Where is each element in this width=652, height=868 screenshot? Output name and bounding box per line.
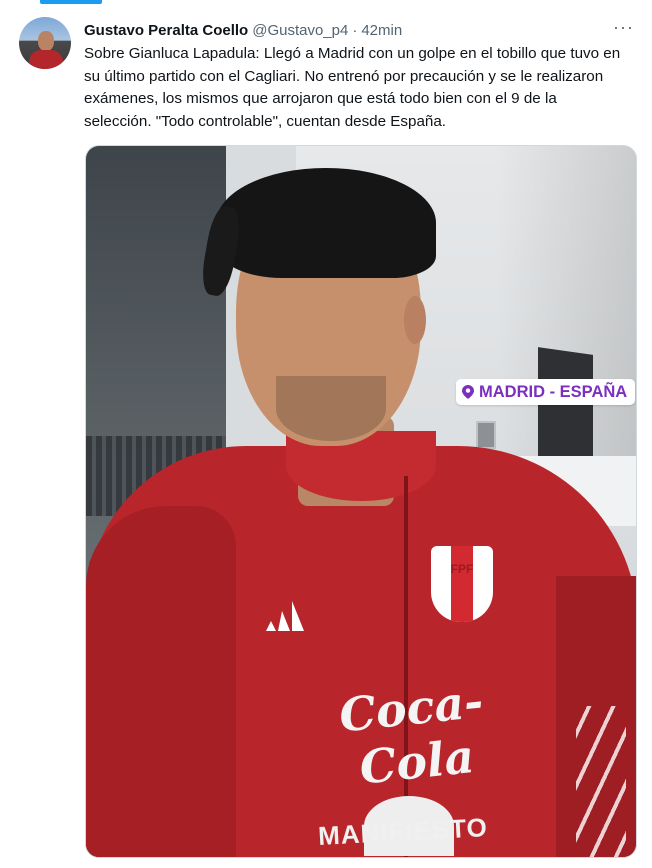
adidas-logo-icon [266,601,304,631]
tweet-header: Gustavo Peralta Coello @Gustavo_p4 · 42m… [84,19,632,41]
location-sticker: MADRID - ESPAÑA [456,379,636,405]
avatar-shirt [29,50,63,69]
fpf-crest: FPF [431,546,493,622]
wall-screen [538,347,593,465]
location-label: MADRID - ESPAÑA [479,382,628,401]
jersey-sleeve-left [86,506,236,857]
tab-indicator [40,0,102,4]
timestamp[interactable]: 42min [361,22,402,39]
sleeve-stripes [576,706,626,857]
avatar-face [38,31,54,51]
avatar[interactable] [19,17,71,69]
more-options-icon[interactable]: ··· [613,17,634,38]
crest-text: FPF [450,562,474,576]
beard [276,376,386,441]
separator-dot: · [352,21,358,39]
author-handle[interactable]: @Gustavo_p4 [252,22,348,39]
light-switch [476,421,496,449]
tweet-photo[interactable]: FPF Coca-Cola MANIFIESTO MADRID - ESPAÑA [85,145,637,858]
location-pin-icon [462,385,474,399]
ear [404,296,426,344]
hair [216,168,436,278]
tweet-text: Sobre Gianluca Lapadula: Llegó a Madrid … [84,45,621,130]
author-name[interactable]: Gustavo Peralta Coello [84,22,248,39]
crest-band [451,546,473,622]
